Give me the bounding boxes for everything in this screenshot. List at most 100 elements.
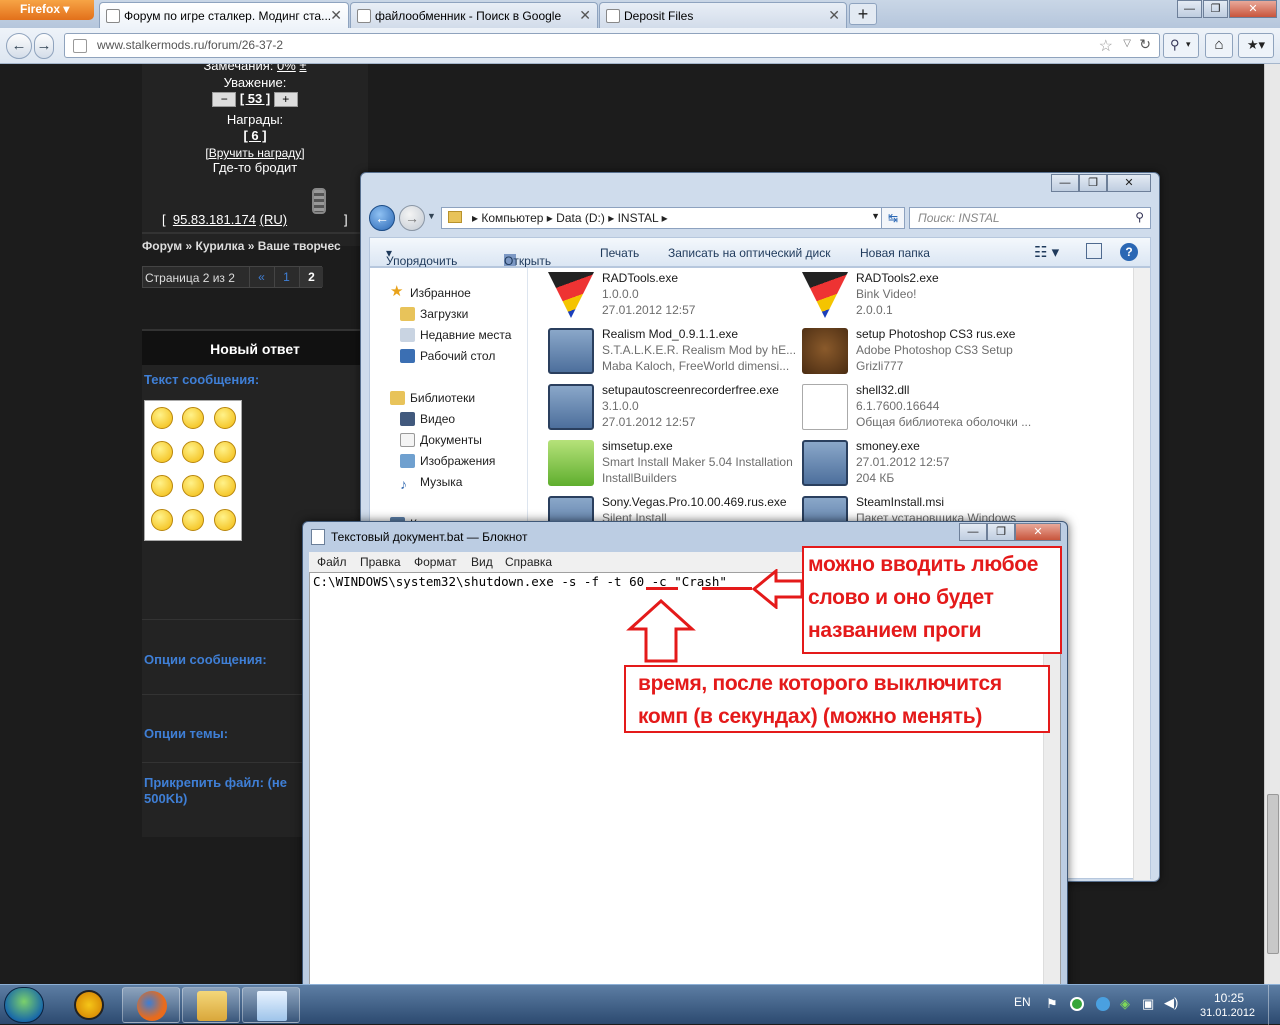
- file-item[interactable]: Realism Mod_0.9.1.1.exe S.T.A.L.K.E.R. Re…: [548, 326, 798, 382]
- file-item[interactable]: smoney.exe 27.01.2012 12:57 204 КБ: [802, 438, 1052, 494]
- page-scrollbar[interactable]: [1264, 64, 1280, 984]
- smiley-icon[interactable]: [151, 407, 173, 429]
- close-window-button[interactable]: ✕: [1229, 0, 1277, 18]
- menu-view[interactable]: Вид: [471, 555, 493, 569]
- nav-recent[interactable]: Недавние места: [400, 326, 511, 344]
- new-tab-button[interactable]: +: [849, 3, 877, 25]
- print-button[interactable]: Печать: [600, 246, 639, 260]
- view-options-icon[interactable]: ☷ ▾: [1034, 243, 1059, 261]
- organize-menu[interactable]: Упорядочить ▾: [386, 246, 457, 268]
- show-desktop-button[interactable]: [1268, 985, 1280, 1025]
- clock-time[interactable]: 10:25: [1214, 991, 1244, 1005]
- preview-pane-icon[interactable]: [1086, 243, 1102, 259]
- respect-value-link[interactable]: [ 53 ]: [240, 91, 270, 106]
- explorer-close-button[interactable]: ✕: [1107, 174, 1151, 192]
- maximize-button[interactable]: ❐: [1203, 0, 1228, 18]
- menu-file[interactable]: Файл: [317, 555, 347, 569]
- taskbar-aimp[interactable]: [60, 987, 118, 1023]
- refresh-button[interactable]: ↹: [881, 207, 905, 229]
- smiley-icon[interactable]: [214, 441, 236, 463]
- taskbar-notepad[interactable]: [242, 987, 300, 1023]
- burn-disc-button[interactable]: Записать на оптический диск: [668, 246, 831, 260]
- file-item[interactable]: setupautoscreenrecorderfree.exe 3.1.0.0 27…: [548, 382, 798, 438]
- home-button[interactable]: ⌂: [1205, 33, 1233, 58]
- menu-help[interactable]: Справка: [505, 555, 552, 569]
- breadcrumb-drive[interactable]: Data (D:): [556, 211, 605, 225]
- explorer-search-input[interactable]: Поиск: INSTAL ⚲: [909, 207, 1151, 229]
- language-indicator[interactable]: EN: [1014, 995, 1031, 1009]
- taskbar-explorer[interactable]: [182, 987, 240, 1023]
- close-icon[interactable]: ✕: [330, 7, 342, 24]
- breadcrumb-topic[interactable]: Ваше творчес: [258, 239, 341, 253]
- minimize-button[interactable]: —: [1177, 0, 1202, 18]
- nav-favorites[interactable]: ★ Избранное: [390, 283, 471, 302]
- explorer-maximize-button[interactable]: ❐: [1079, 174, 1107, 192]
- country-link[interactable]: (RU): [260, 212, 287, 227]
- notepad-maximize-button[interactable]: ❐: [987, 523, 1015, 541]
- respect-minus-button[interactable]: −: [212, 92, 237, 108]
- new-folder-button[interactable]: Новая папка: [860, 246, 930, 260]
- smiley-icon[interactable]: [151, 475, 173, 497]
- smiley-icon[interactable]: [214, 407, 236, 429]
- menu-format[interactable]: Формат: [414, 555, 457, 569]
- smiley-icon[interactable]: [214, 475, 236, 497]
- firefox-menu-button[interactable]: Firefox ▾: [0, 0, 94, 20]
- nav-libraries[interactable]: Библиотеки: [390, 389, 475, 407]
- back-button[interactable]: ←: [369, 205, 395, 231]
- ip-link[interactable]: 95.83.181.174: [173, 212, 256, 227]
- search-engine-button[interactable]: ⚲ ▾: [1163, 33, 1199, 58]
- network-globe-icon[interactable]: [1096, 997, 1110, 1011]
- forward-button[interactable]: →: [34, 33, 54, 59]
- respect-plus-button[interactable]: +: [273, 92, 298, 108]
- tab-forum[interactable]: Форум по игре сталкер. Модинг ста... ✕: [99, 2, 349, 28]
- smiley-icon[interactable]: [182, 509, 204, 531]
- close-icon[interactable]: ✕: [579, 7, 591, 24]
- notepad-close-button[interactable]: ✕: [1015, 523, 1061, 541]
- forward-button[interactable]: →: [399, 205, 425, 231]
- menu-edit[interactable]: Правка: [360, 555, 401, 569]
- recent-pages-icon[interactable]: ▼: [427, 211, 436, 221]
- bookmark-star-icon[interactable]: ☆: [1099, 36, 1113, 56]
- dropdown-arrow-icon[interactable]: ▽: [1123, 38, 1131, 49]
- scroll-thumb[interactable]: [1267, 794, 1279, 954]
- close-icon[interactable]: ✕: [828, 7, 840, 24]
- taskbar-firefox[interactable]: [122, 987, 180, 1023]
- back-button[interactable]: ←: [6, 33, 32, 59]
- warnings-change-link[interactable]: ±: [299, 64, 306, 73]
- nav-desktop[interactable]: Рабочий стол: [400, 347, 495, 365]
- status-icon[interactable]: [1070, 997, 1084, 1011]
- nav-music[interactable]: ♪ Музыка: [400, 473, 462, 492]
- warnings-link[interactable]: 0%: [277, 64, 296, 73]
- breadcrumb-smoking-room[interactable]: Курилка: [196, 239, 245, 253]
- help-icon[interactable]: ?: [1120, 243, 1138, 261]
- nav-images[interactable]: Изображения: [400, 452, 495, 470]
- tab-depositfiles[interactable]: Deposit Files ✕: [599, 2, 847, 28]
- file-item[interactable]: RADTools2.exe Bink Video! 2.0.0.1: [802, 270, 1052, 326]
- action-center-icon[interactable]: ⚑: [1046, 996, 1058, 1012]
- clock-date[interactable]: 31.01.2012: [1200, 1007, 1255, 1019]
- nvidia-icon[interactable]: ◈: [1120, 996, 1130, 1012]
- reload-icon[interactable]: ↻: [1139, 36, 1151, 53]
- nav-downloads[interactable]: Загрузки: [400, 305, 468, 323]
- smiley-icon[interactable]: [182, 441, 204, 463]
- pager-page-link[interactable]: 1: [274, 267, 298, 287]
- explorer-minimize-button[interactable]: —: [1051, 174, 1079, 192]
- start-button[interactable]: [4, 987, 44, 1023]
- breadcrumb-computer[interactable]: Компьютер: [481, 211, 543, 225]
- give-award-link[interactable]: [Вручить награду]: [205, 146, 304, 160]
- smiley-icon[interactable]: [214, 509, 236, 531]
- bookmarks-button[interactable]: ★▾: [1238, 33, 1274, 58]
- smiley-icon[interactable]: [151, 441, 173, 463]
- smiley-icon[interactable]: [182, 407, 204, 429]
- nav-video[interactable]: Видео: [400, 410, 455, 428]
- chevron-down-icon[interactable]: ▼: [871, 211, 880, 221]
- file-item[interactable]: RADTools.exe 1.0.0.0 27.01.2012 12:57: [548, 270, 798, 326]
- network-icon[interactable]: ▣: [1142, 996, 1154, 1012]
- explorer-address-bar[interactable]: ▸ Компьютер ▸ Data (D:) ▸ INSTAL ▸ ▼: [441, 207, 887, 229]
- volume-icon[interactable]: ◀): [1164, 995, 1178, 1011]
- file-list-scrollbar[interactable]: [1133, 268, 1150, 880]
- pager-prev-link[interactable]: «: [249, 267, 273, 287]
- site-identity-icon[interactable]: [73, 39, 87, 53]
- notepad-minimize-button[interactable]: —: [959, 523, 987, 541]
- file-item[interactable]: setup Photoshop CS3 rus.exe Adobe Photosh…: [802, 326, 1052, 382]
